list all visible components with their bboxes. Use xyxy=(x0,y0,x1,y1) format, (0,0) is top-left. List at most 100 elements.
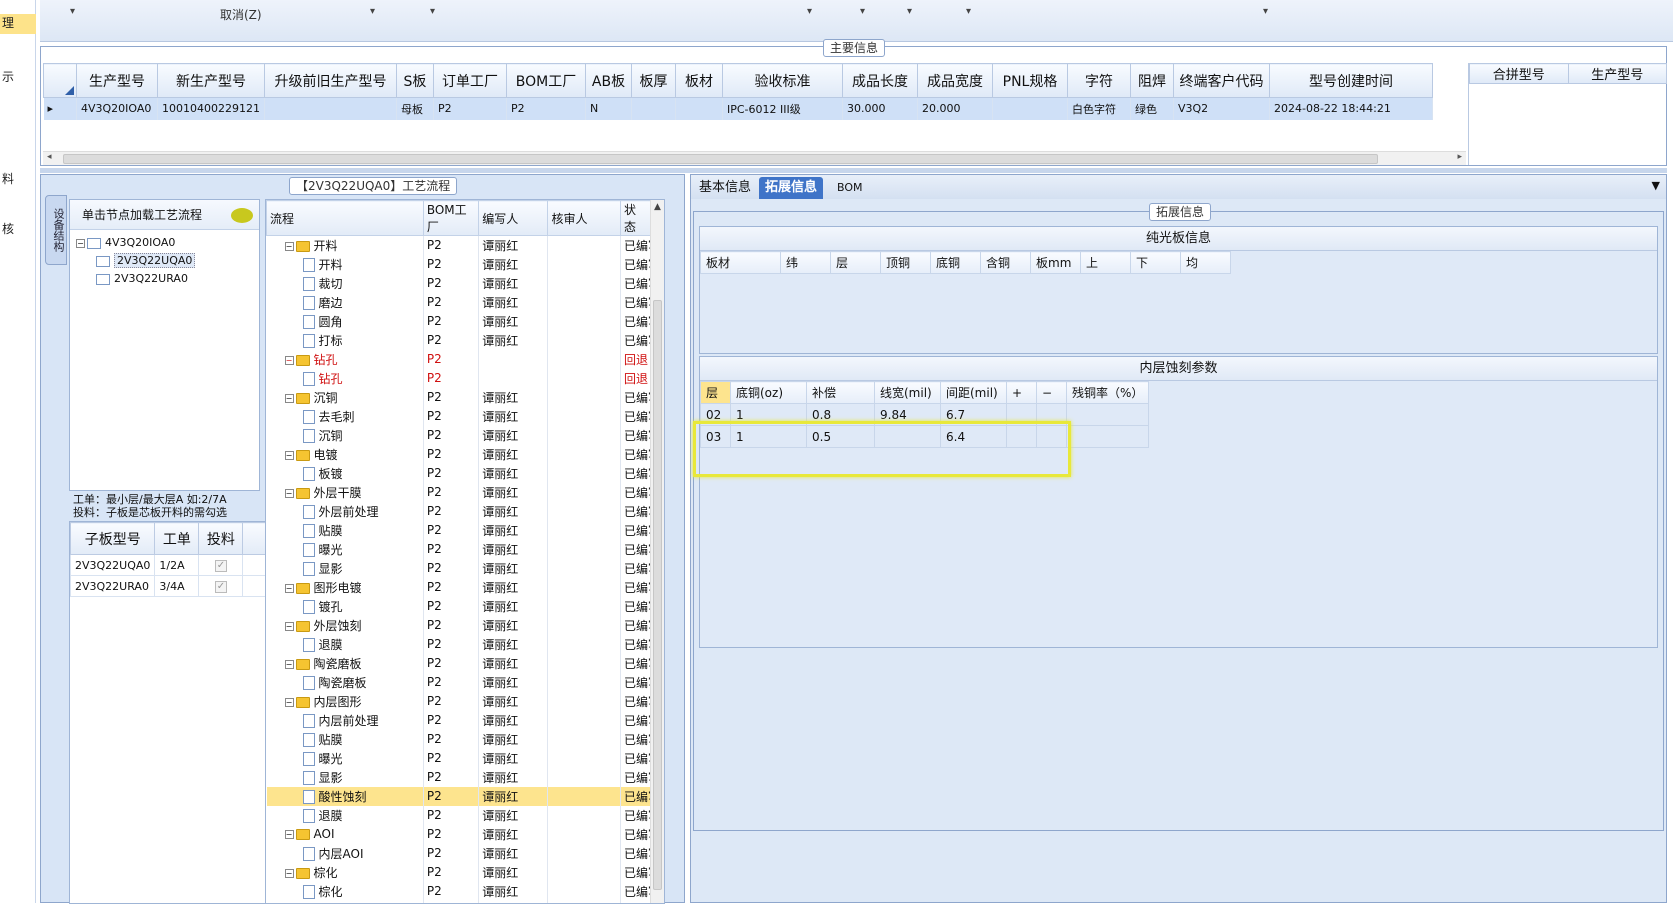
flow-bom-cell[interactable]: P2 xyxy=(423,426,478,445)
flow-bom-cell[interactable]: P2 xyxy=(423,768,478,787)
table-cell[interactable]: IPC-6012 III级 xyxy=(722,98,842,120)
flow-row[interactable]: 开料P2谭丽红已编写 xyxy=(267,255,651,274)
flow-reviewer-cell[interactable] xyxy=(548,730,620,749)
col-header[interactable]: + xyxy=(1007,382,1037,404)
flow-reviewer-cell[interactable] xyxy=(548,844,620,863)
flow-row[interactable]: −陶瓷磨板P2谭丽红已编写 xyxy=(267,654,651,673)
flow-row[interactable]: −电镀P2谭丽红已编写 xyxy=(267,445,651,464)
flow-status-cell[interactable]: 已编写 xyxy=(620,274,650,293)
chevron-down-icon[interactable]: ▾ xyxy=(430,6,435,17)
col-header[interactable]: 型号创建时间 xyxy=(1269,64,1432,98)
tree-node-child[interactable]: 2V3Q22URA0 xyxy=(76,270,253,288)
col-header[interactable]: 新生产型号 xyxy=(158,64,265,98)
flow-bom-cell[interactable]: P2 xyxy=(423,616,478,635)
table-cell[interactable] xyxy=(675,98,722,120)
flow-bom-cell[interactable]: P2 xyxy=(423,578,478,597)
flow-author-cell[interactable]: 谭丽红 xyxy=(479,274,548,293)
table-cell[interactable]: 母板 xyxy=(396,98,433,120)
col-header[interactable]: S板 xyxy=(396,64,433,98)
side-tab-device[interactable]: 设备结构 xyxy=(45,195,67,265)
flow-status-cell[interactable]: 已编写 xyxy=(620,540,650,559)
flow-bom-cell[interactable]: P2 xyxy=(423,483,478,502)
flow-row[interactable]: 钻孔P2回退 xyxy=(267,369,651,388)
checkbox-check-icon[interactable]: ✓ xyxy=(215,581,227,593)
flow-author-cell[interactable]: 谭丽红 xyxy=(479,559,548,578)
flow-status-cell[interactable]: 已编写 xyxy=(620,825,650,844)
table-cell[interactable]: 20.000 xyxy=(917,98,992,120)
flow-status-cell[interactable]: 已编写 xyxy=(620,730,650,749)
flow-reviewer-cell[interactable] xyxy=(548,749,620,768)
flow-author-cell[interactable]: 谭丽红 xyxy=(479,578,548,597)
flow-status-cell[interactable]: 已编写 xyxy=(620,293,650,312)
chevron-down-icon[interactable]: ▾ xyxy=(807,6,812,17)
flow-row[interactable]: 显影P2谭丽红已编写 xyxy=(267,559,651,578)
flow-author-cell[interactable]: 谭丽红 xyxy=(479,654,548,673)
flow-author-cell[interactable]: 谭丽红 xyxy=(479,540,548,559)
flow-author-cell[interactable]: 谭丽红 xyxy=(479,882,548,901)
col-header[interactable]: 板材 xyxy=(675,64,722,98)
flow-bom-cell[interactable]: P2 xyxy=(423,806,478,825)
table-cell[interactable]: 10010400229121 xyxy=(158,98,265,120)
flow-row[interactable]: −钻孔P2回退 xyxy=(267,350,651,369)
cancel-menu-item[interactable]: 取消(Z) xyxy=(220,6,262,23)
flow-reviewer-cell[interactable] xyxy=(548,901,620,904)
flow-status-cell[interactable]: 已编写 xyxy=(620,692,650,711)
flow-author-cell[interactable]: 谭丽红 xyxy=(479,863,548,882)
flow-row[interactable]: 打标P2谭丽红已编写 xyxy=(267,331,651,350)
flow-row[interactable]: 板镀P2谭丽红已编写 xyxy=(267,464,651,483)
flow-row[interactable]: 烘板P2谭丽红已编写 xyxy=(267,901,651,904)
flow-bom-cell[interactable]: P2 xyxy=(423,692,478,711)
col-header[interactable]: 线宽(mil) xyxy=(875,382,941,404)
flow-bom-cell[interactable]: P2 xyxy=(423,350,478,369)
flow-bom-cell[interactable]: P2 xyxy=(423,521,478,540)
col-header[interactable]: AB板 xyxy=(585,64,631,98)
table-cell[interactable] xyxy=(631,98,675,120)
table-cell[interactable]: 2V3Q22URA0 xyxy=(71,576,155,597)
flow-row[interactable]: 外层前处理P2谭丽红已编写 xyxy=(267,502,651,521)
collapse-icon[interactable]: − xyxy=(285,242,294,251)
flow-bom-cell[interactable]: P2 xyxy=(423,236,478,255)
flow-author-cell[interactable]: 谭丽红 xyxy=(479,806,548,825)
flow-status-cell[interactable]: 已编写 xyxy=(620,597,650,616)
flow-row[interactable]: 显影P2谭丽红已编写 xyxy=(267,768,651,787)
flow-row[interactable]: 陶瓷磨板P2谭丽红已编写 xyxy=(267,673,651,692)
col-header[interactable]: 核审人 xyxy=(548,201,620,236)
chevron-down-icon[interactable]: ▾ xyxy=(907,6,912,17)
flow-status-cell[interactable]: 已编写 xyxy=(620,711,650,730)
flow-row[interactable]: −开料P2谭丽红已编写 xyxy=(267,236,651,255)
flow-reviewer-cell[interactable] xyxy=(548,502,620,521)
chevron-down-icon[interactable]: ▾ xyxy=(966,6,971,17)
flow-bom-cell[interactable]: P2 xyxy=(423,635,478,654)
left-nav-item-1[interactable]: 示 xyxy=(2,68,14,85)
col-header[interactable]: 底铜(oz) xyxy=(731,382,807,404)
flow-reviewer-cell[interactable] xyxy=(548,882,620,901)
flow-reviewer-cell[interactable] xyxy=(548,521,620,540)
flow-row[interactable]: 沉铜P2谭丽红已编写 xyxy=(267,426,651,445)
chevron-down-icon[interactable]: ▾ xyxy=(860,6,865,17)
col-header[interactable]: 下 xyxy=(1131,252,1181,274)
col-header[interactable]: 底铜 xyxy=(931,252,981,274)
flow-author-cell[interactable]: 谭丽红 xyxy=(479,730,548,749)
flow-reviewer-cell[interactable] xyxy=(548,787,620,806)
flow-bom-cell[interactable]: P2 xyxy=(423,901,478,904)
tree-node-child[interactable]: 2V3Q22UQA0 xyxy=(76,252,253,270)
scroll-up-icon[interactable]: ▲ xyxy=(654,202,661,212)
flow-reviewer-cell[interactable] xyxy=(548,255,620,274)
flow-author-cell[interactable]: 谭丽红 xyxy=(479,464,548,483)
scroll-left-icon[interactable]: ◂ xyxy=(47,152,52,162)
table-cell[interactable]: V3Q2 xyxy=(1173,98,1269,120)
col-header[interactable]: 含铜 xyxy=(981,252,1031,274)
flow-author-cell[interactable]: 谭丽红 xyxy=(479,749,548,768)
flow-row[interactable]: 内层AOIP2谭丽红已编写 xyxy=(267,844,651,863)
flow-reviewer-cell[interactable] xyxy=(548,369,620,388)
flow-reviewer-cell[interactable] xyxy=(548,312,620,331)
flow-bom-cell[interactable]: P2 xyxy=(423,673,478,692)
flow-status-cell[interactable]: 已编写 xyxy=(620,464,650,483)
flow-bom-cell[interactable]: P2 xyxy=(423,559,478,578)
col-header[interactable]: 上 xyxy=(1081,252,1131,274)
horizontal-scrollbar[interactable]: ◂ ▸ xyxy=(43,151,1466,165)
flow-row[interactable]: −沉铜P2谭丽红已编写 xyxy=(267,388,651,407)
flow-bom-cell[interactable]: P2 xyxy=(423,407,478,426)
flow-bom-cell[interactable]: P2 xyxy=(423,369,478,388)
col-header[interactable]: 间距(mil) xyxy=(941,382,1007,404)
